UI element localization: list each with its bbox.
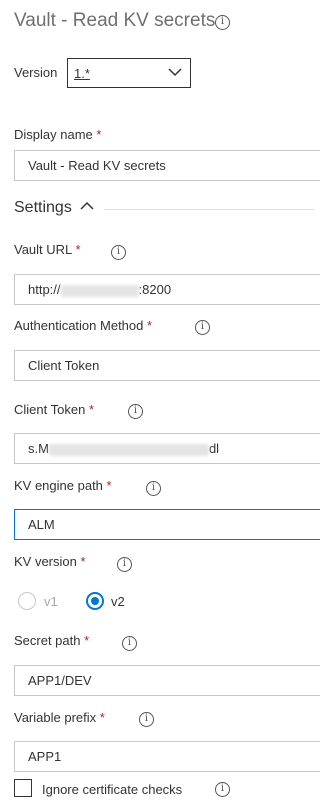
chevron-down-icon <box>168 68 182 77</box>
auth-method-select[interactable]: Client Token <box>14 350 320 381</box>
variable-prefix-value: APP1 <box>28 749 62 764</box>
info-icon[interactable]: i <box>122 636 137 651</box>
settings-section-toggle[interactable]: Settings <box>14 199 94 217</box>
info-icon[interactable]: i <box>117 557 132 572</box>
redacted-text <box>48 443 209 456</box>
radio-v1-label: v1 <box>44 594 58 609</box>
chevron-up-icon <box>80 201 94 210</box>
page-title: Vault - Read KV secrets <box>14 10 216 31</box>
info-icon[interactable]: i <box>146 481 161 496</box>
info-icon[interactable]: i <box>195 320 210 335</box>
client-token-label: Client Token * <box>14 402 94 417</box>
version-label: Version <box>14 65 58 80</box>
display-name-value: Vault - Read KV secrets <box>28 158 166 173</box>
ignore-cert-checkbox[interactable] <box>14 779 32 797</box>
ignore-cert-label: Ignore certificate checks <box>42 782 183 797</box>
radio-v2[interactable] <box>86 592 104 610</box>
kv-engine-path-value: ALM <box>28 517 55 532</box>
info-icon[interactable]: i <box>139 712 154 727</box>
client-token-field[interactable]: s.M dl <box>14 433 320 464</box>
info-icon[interactable]: i <box>128 404 143 419</box>
secret-path-label: Secret path * <box>14 633 90 648</box>
variable-prefix-field[interactable]: APP1 <box>14 741 320 772</box>
info-icon[interactable]: i <box>215 782 230 797</box>
secret-path-value: APP1/DEV <box>28 673 92 688</box>
radio-v2-label: v2 <box>111 594 125 609</box>
info-icon[interactable]: i <box>215 15 230 30</box>
kv-engine-path-field[interactable]: ALM <box>14 509 320 540</box>
vault-url-field[interactable]: http://:8200 <box>14 274 320 305</box>
vault-url-label: Vault URL * <box>14 242 81 257</box>
kv-version-label: KV version * <box>14 554 86 569</box>
version-select[interactable]: 1.* <box>67 58 191 88</box>
redacted-text <box>60 284 139 297</box>
display-name-field[interactable]: Vault - Read KV secrets <box>14 150 320 181</box>
section-divider <box>104 209 314 210</box>
version-value: 1.* <box>74 66 90 81</box>
variable-prefix-label: Variable prefix * <box>14 710 105 725</box>
info-icon[interactable]: i <box>111 245 126 260</box>
kv-engine-path-label: KV engine path * <box>14 478 112 493</box>
settings-label: Settings <box>14 199 72 216</box>
radio-v1[interactable] <box>18 592 36 610</box>
display-name-label: Display name * <box>14 127 102 142</box>
auth-method-label: Authentication Method * <box>14 318 153 333</box>
auth-method-value: Client Token <box>28 358 100 373</box>
secret-path-field[interactable]: APP1/DEV <box>14 665 320 696</box>
